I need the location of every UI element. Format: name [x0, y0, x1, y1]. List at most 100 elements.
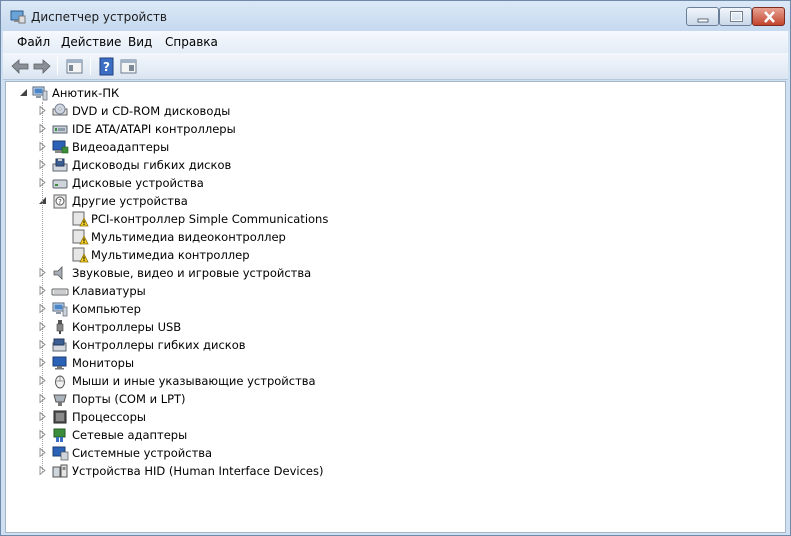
tree-item-label: IDE ATA/ATAPI контроллеры	[72, 122, 236, 136]
expand-arrow-icon[interactable]	[38, 303, 48, 314]
tree-item-label: Мыши и иные указывающие устройства	[72, 374, 316, 388]
tree-category[interactable]: Системные устройства	[6, 444, 706, 462]
help-icon[interactable]: ?	[96, 56, 118, 77]
toolbar-separator	[57, 57, 58, 75]
collapse-arrow-icon[interactable]	[38, 195, 48, 206]
tree-category[interactable]: Устройства HID (Human Interface Devices)	[6, 462, 706, 480]
maximize-button[interactable]	[719, 7, 752, 26]
tree-category[interactable]: Сетевые адаптеры	[6, 426, 706, 444]
svg-text:?: ?	[58, 198, 62, 206]
console-tree-icon[interactable]	[64, 56, 86, 77]
tree-category[interactable]: Клавиатуры	[6, 282, 706, 300]
computer-icon	[32, 86, 48, 101]
title-bar[interactable]: Диспетчер устройств	[1, 1, 790, 31]
processor-icon	[53, 410, 67, 424]
network-adapter-icon	[53, 428, 66, 442]
tree-category[interactable]: Мониторы	[6, 354, 706, 372]
forward-arrow-icon[interactable]	[31, 56, 53, 77]
minimize-button[interactable]	[686, 7, 719, 26]
tree-device[interactable]: PCI-контроллер Simple Communications	[6, 210, 706, 228]
tree-item-label: Мониторы	[72, 356, 135, 370]
toolbar-separator	[90, 57, 91, 75]
tree-item-label: Компьютер	[72, 302, 141, 316]
tree-item-label: Мультимедиа видеоконтроллер	[91, 230, 286, 244]
tree-category[interactable]: Звуковые, видео и игровые устройства	[6, 264, 706, 282]
expand-arrow-icon[interactable]	[38, 141, 48, 152]
display-adapter-icon	[52, 140, 69, 154]
tree-category[interactable]: Порты (COM и LPT)	[6, 390, 706, 408]
tree-category[interactable]: DVD и CD-ROM дисководы	[6, 102, 706, 120]
tree-device[interactable]: Мультимедиа видеоконтроллер	[6, 228, 706, 246]
close-button[interactable]	[752, 7, 785, 26]
expand-arrow-icon[interactable]	[38, 447, 48, 458]
menu-view[interactable]: Вид	[128, 35, 152, 49]
tree-item-label: Видеоадаптеры	[72, 140, 170, 154]
menu-file[interactable]: Файл	[17, 35, 50, 49]
tree-item-label: Мультимедиа контроллер	[91, 248, 250, 262]
floppy-drive-icon	[52, 158, 68, 172]
toolbar: ?	[3, 53, 788, 80]
tree-item-label: Контроллеры USB	[72, 320, 182, 334]
monitor-icon	[52, 356, 67, 370]
tree-item-label: PCI-контроллер Simple Communications	[91, 212, 329, 226]
tree-root[interactable]: Анютик-ПК	[6, 84, 706, 102]
tree-category[interactable]: Компьютер	[6, 300, 706, 318]
expand-arrow-icon[interactable]	[38, 357, 48, 368]
expand-arrow-icon[interactable]	[38, 177, 48, 188]
tree-category[interactable]: Дисковые устройства	[6, 174, 706, 192]
tree-item-label: Дисковые устройства	[72, 176, 204, 190]
expand-arrow-icon[interactable]	[38, 465, 48, 476]
tree-device[interactable]: Мультимедиа контроллер	[6, 246, 706, 264]
port-icon	[53, 394, 67, 406]
expand-arrow-icon[interactable]	[38, 429, 48, 440]
svg-text:?: ?	[103, 60, 110, 74]
tree-item-label: Звуковые, видео и игровые устройства	[72, 266, 312, 280]
tree-category[interactable]: IDE ATA/ATAPI контроллеры	[6, 120, 706, 138]
tree-category[interactable]: Видеоадаптеры	[6, 138, 706, 156]
tree-guide-line	[42, 102, 43, 472]
menu-help[interactable]: Справка	[165, 35, 218, 49]
tree-category[interactable]: Процессоры	[6, 408, 706, 426]
tree-item-label: Дисководы гибких дисков	[72, 158, 232, 172]
back-arrow-icon[interactable]	[9, 56, 31, 77]
device-manager-window: Диспетчер устройств Файл Действие Вид Сп…	[0, 0, 791, 536]
expand-arrow-icon[interactable]	[38, 285, 48, 296]
tree-item-label: DVD и CD-ROM дисководы	[72, 104, 231, 118]
tree-category[interactable]: ? Другие устройства	[6, 192, 706, 210]
expand-arrow-icon[interactable]	[38, 339, 48, 350]
expand-arrow-icon[interactable]	[38, 123, 48, 134]
maximize-icon	[730, 11, 743, 22]
device-tree[interactable]: Анютик-ПК DVD и CD-ROM дисководы IDE ATA/A…	[5, 81, 786, 533]
close-icon	[764, 11, 775, 23]
tree-item-label: Анютик-ПК	[52, 86, 120, 100]
warning-device-icon	[72, 229, 89, 245]
tree-item-label: Сетевые адаптеры	[72, 428, 188, 442]
tree-category[interactable]: Дисководы гибких дисков	[6, 156, 706, 174]
system-device-icon	[52, 446, 69, 461]
tree-category[interactable]: Контроллеры гибких дисков	[6, 336, 706, 354]
usb-icon	[56, 320, 64, 334]
hid-icon	[52, 464, 68, 478]
action-pane-icon[interactable]	[118, 56, 140, 77]
expand-arrow-icon[interactable]	[38, 267, 48, 278]
keyboard-icon	[51, 288, 69, 296]
expand-arrow-icon[interactable]	[38, 159, 48, 170]
minimize-icon	[697, 18, 709, 23]
computer-icon	[52, 302, 68, 317]
expand-arrow-icon[interactable]	[38, 105, 48, 116]
tree-item-label: Процессоры	[72, 410, 146, 424]
mouse-icon	[55, 375, 65, 389]
tree-category[interactable]: Мыши и иные указывающие устройства	[6, 372, 706, 390]
expand-arrow-icon[interactable]	[38, 393, 48, 404]
collapse-arrow-icon[interactable]	[19, 87, 29, 98]
tree-item-label: Клавиатуры	[72, 284, 146, 298]
unknown-device-icon: ?	[53, 194, 67, 209]
dvd-drive-icon	[52, 103, 68, 116]
tree-category[interactable]: Контроллеры USB	[6, 318, 706, 336]
tree-item-label: Контроллеры гибких дисков	[72, 338, 246, 352]
warning-device-icon	[72, 211, 89, 227]
expand-arrow-icon[interactable]	[38, 321, 48, 332]
expand-arrow-icon[interactable]	[38, 375, 48, 386]
expand-arrow-icon[interactable]	[38, 411, 48, 422]
menu-action[interactable]: Действие	[61, 35, 121, 49]
